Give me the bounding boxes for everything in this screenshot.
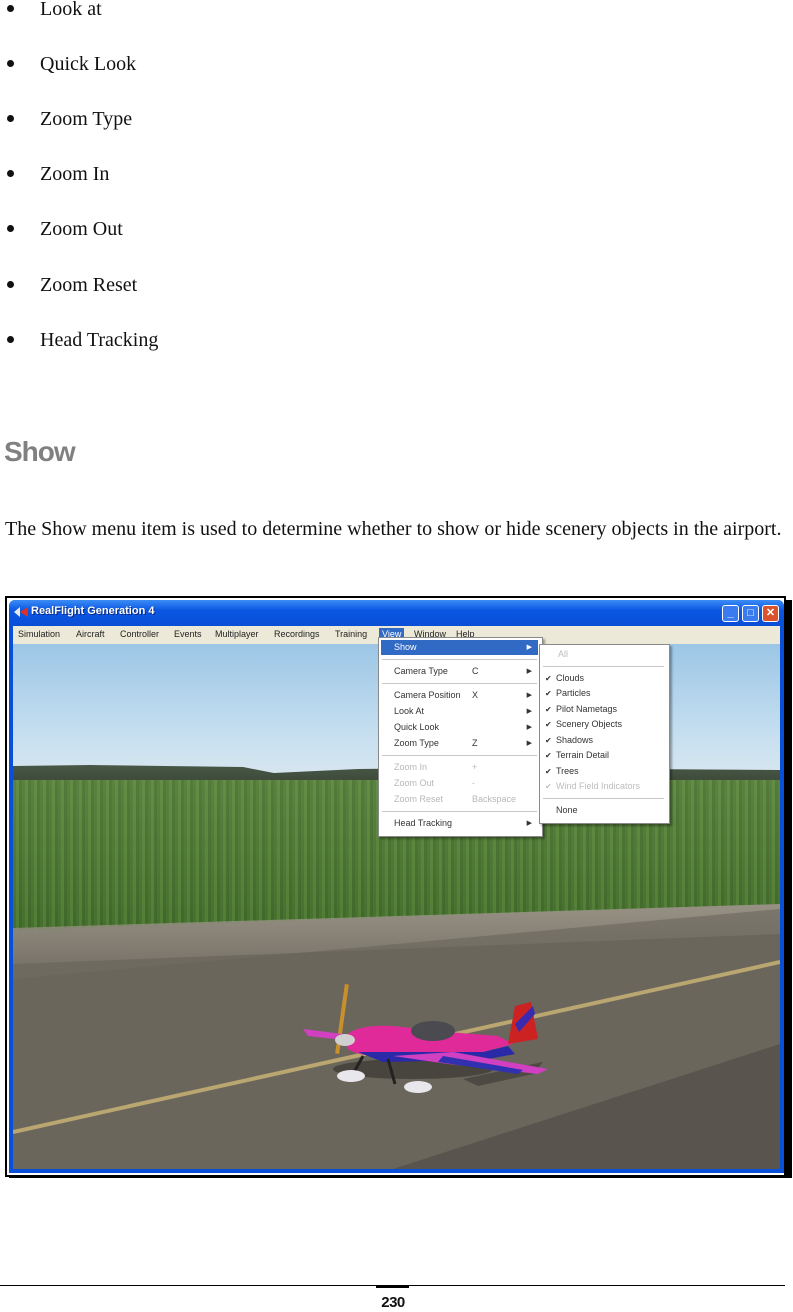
menu-simulation[interactable]: Simulation [15,628,63,640]
bullet-icon [7,281,14,288]
view-menu-item-zoom-type[interactable]: Zoom Type Z ▶ [381,736,538,751]
checkmark-icon: ✔ [545,766,552,776]
view-menu-item-zoom-out: Zoom Out - [381,776,538,791]
submenu-arrow-icon: ▶ [526,820,532,827]
menu-item-shortcut: C [472,666,479,676]
menu-item-shortcut: Z [472,738,478,748]
bullet-icon [7,170,14,177]
bullet-icon [7,336,14,343]
menu-item-label: Zoom Out [394,778,435,788]
footer-tab [376,1285,409,1288]
bullet-icon [7,60,14,67]
submenu-arrow-icon: ▶ [526,644,532,651]
window-title: RealFlight Generation 4 [31,605,155,617]
bullet-icon [7,115,14,122]
show-menu-item-all: All [542,647,665,662]
show-submenu: All ✔ Clouds ✔ Particles ✔ Pilot Nametags ✔ Scen… [539,644,670,824]
bullet-icon [7,5,14,12]
view-menu-item-look-at[interactable]: Look At ▶ [381,704,538,719]
show-menu-item-scenery-objects[interactable]: ✔ Scenery Objects [542,717,665,732]
submenu-arrow-icon: ▶ [526,692,532,699]
submenu-arrow-icon: ▶ [526,740,532,747]
show-menu-item-trees[interactable]: ✔ Trees [542,764,665,779]
minimize-icon: _ [727,607,734,619]
view-menu-item-quick-look[interactable]: Quick Look ▶ [381,720,538,735]
menu-item-label: Clouds [556,672,585,683]
menu-item-label: Look At [394,706,425,716]
checkmark-icon: ✔ [545,720,552,729]
menu-multiplayer[interactable]: Multiplayer [212,628,262,640]
submenu-arrow-icon: ▶ [526,668,532,675]
menu-item-label: Quick Look [394,722,440,732]
menu-aircraft[interactable]: Aircraft [73,628,108,640]
menu-events[interactable]: Events [171,628,205,640]
view-menu-item-show[interactable]: Show ▶ [381,640,538,655]
maximize-button[interactable]: □ [742,605,759,622]
show-menu-item-pilot-nametags[interactable]: ✔ Pilot Nametags [542,702,665,717]
show-menu-item-clouds[interactable]: ✔ Clouds [542,671,665,686]
menu-separator [382,659,537,660]
page-number: 230 [381,1294,405,1311]
menu-item-label: Particles [556,688,591,698]
show-menu-item-shadows[interactable]: ✔ Shadows [542,733,665,748]
close-button[interactable]: ✕ [762,605,779,622]
figure-shadow [786,600,792,1178]
menu-training[interactable]: Training [332,628,370,640]
window-titlebar: RealFlight Generation 4 _ □ ✕ [9,600,784,626]
menu-item-label: Wind Field Indicators [556,781,641,791]
menu-item-label: All [558,649,569,659]
menu-item-label: None [556,804,578,815]
menu-item-label: Show [394,642,417,652]
menu-item-shortcut: X [472,690,479,700]
view-menu-item-zoom-in: Zoom In + [381,760,538,775]
menu-item-label: Pilot Nametags [556,703,618,714]
menu-recordings[interactable]: Recordings [271,628,323,640]
menu-controller[interactable]: Controller [117,628,162,640]
menu-item-label: Camera Type [394,666,448,676]
show-menu-item-wind-field-indicators: ✔ Wind Field Indicators [542,779,665,794]
menu-separator [382,811,537,812]
menu-separator [543,797,664,799]
app-window-screenshot: RealFlight Generation 4 _ □ ✕ Simulation… [9,600,784,1173]
submenu-arrow-icon: ▶ [526,708,532,715]
checkmark-icon: ✔ [545,704,552,714]
minimize-button[interactable]: _ [722,605,739,622]
view-menu-item-zoom-reset: Zoom Reset Backspace [381,792,538,807]
view-menu-item-head-tracking[interactable]: Head Tracking ▶ [381,816,538,831]
close-icon: ✕ [765,607,776,619]
show-menu-item-terrain-detail[interactable]: ✔ Terrain Detail [542,748,665,763]
show-menu-item-particles[interactable]: ✔ Particles [542,686,665,701]
checkmark-icon: ✔ [545,735,552,745]
menu-separator [382,755,537,756]
view-menu-dropdown: Show ▶ Camera Type C ▶ Camera Position X ▶ Look … [378,637,543,837]
menu-item-label: Terrain Detail [556,750,610,760]
maximize-icon: □ [747,607,754,619]
menu-separator [382,683,537,684]
menu-item-label: Head Tracking [394,818,453,828]
menu-item-label: Camera Position [394,690,461,700]
section-heading: Show [4,436,76,467]
app-logo-icon [14,607,28,617]
checkmark-icon: ✔ [545,673,552,683]
view-menu-item-camera-position[interactable]: Camera Position X ▶ [381,688,538,703]
menu-item-shortcut: + [472,762,478,772]
section-paragraph: The Show menu item is used to determine … [5,518,782,540]
view-menu-item-camera-type[interactable]: Camera Type C ▶ [381,664,538,679]
menu-item-label: Trees [556,765,579,776]
submenu-arrow-icon: ▶ [526,724,532,731]
menu-item-shortcut: - [472,778,475,788]
menu-item-shortcut: Backspace [472,794,517,804]
checkmark-icon: ✔ [545,782,552,791]
menu-item-label: Scenery Objects [556,719,623,729]
menu-separator [543,665,664,667]
menu-item-label: Zoom In [394,762,428,772]
menu-item-label: Zoom Reset [394,794,444,804]
bullet-icon [7,225,14,232]
menu-item-label: Shadows [556,734,594,745]
show-menu-item-none[interactable]: None [542,803,665,818]
checkmark-icon: ✔ [545,689,552,698]
menu-item-label: Zoom Type [394,738,439,748]
aircraft-model [303,984,548,1093]
checkmark-icon: ✔ [545,751,552,760]
